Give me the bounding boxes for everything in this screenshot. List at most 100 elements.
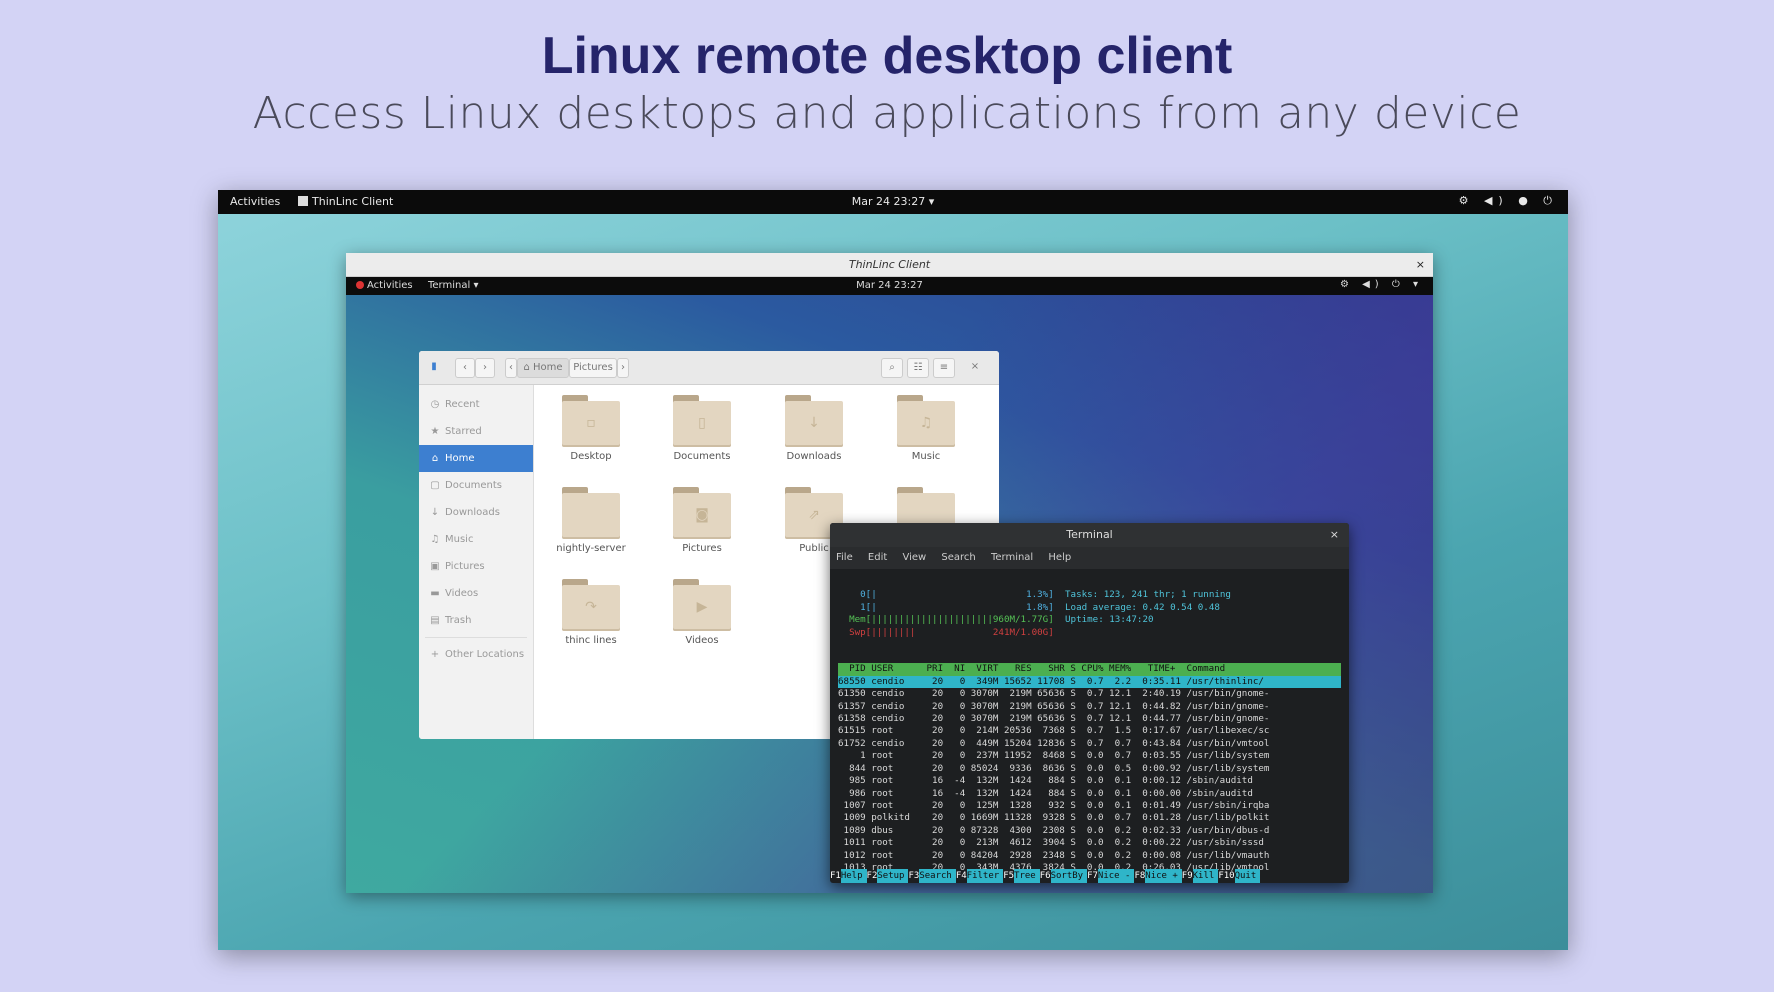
- table-row[interactable]: 61752 cendio 20 0 449M 15204 12836 S 0.7…: [838, 738, 1341, 750]
- menu-file[interactable]: File: [836, 552, 853, 563]
- fkey[interactable]: F8: [1134, 871, 1145, 881]
- folder-label: Music: [911, 451, 941, 462]
- sidebar-item-documents[interactable]: ▢ Documents: [419, 472, 533, 499]
- folder-icon: ◙: [673, 487, 731, 539]
- fkey-label[interactable]: Setup: [877, 869, 909, 883]
- table-row[interactable]: 1009 polkitd 20 0 1669M 11328 9328 S 0.0…: [838, 812, 1341, 824]
- folder-videos[interactable]: ▶ Videos: [652, 569, 752, 661]
- folder-music[interactable]: ♫ Music: [876, 385, 976, 477]
- table-row[interactable]: 986 root 16 -4 132M 1424 884 S 0.0 0.1 0…: [838, 788, 1341, 800]
- close-icon[interactable]: ×: [1330, 523, 1339, 547]
- folder-label: Pictures: [682, 543, 722, 554]
- fkey[interactable]: F9: [1182, 871, 1193, 881]
- folder-pictures[interactable]: ◙ Pictures: [652, 477, 752, 569]
- folder-icon: ▯: [673, 395, 731, 447]
- folder-label: Desktop: [570, 451, 612, 462]
- breadcrumb-pictures[interactable]: Pictures: [569, 358, 617, 378]
- table-row[interactable]: 1012 root 20 0 84204 2928 2348 S 0.0 0.2…: [838, 850, 1341, 862]
- menu-edit[interactable]: Edit: [868, 552, 887, 563]
- fkey[interactable]: F6: [1040, 871, 1051, 881]
- table-row[interactable]: 1089 dbus 20 0 87328 4300 2308 S 0.0 0.2…: [838, 825, 1341, 837]
- folder-documents[interactable]: ▯ Documents: [652, 385, 752, 477]
- sidebar-item-pictures[interactable]: ▣ Pictures: [419, 553, 533, 580]
- menu-search[interactable]: Search: [941, 552, 975, 563]
- sidebar-item-starred[interactable]: ★ Starred: [419, 418, 533, 445]
- sidebar-toggle-icon[interactable]: ▮: [425, 358, 443, 378]
- swap-meter: Swp[|||||||| 241M/1.00G]: [838, 626, 1054, 638]
- sidebar-item-downloads[interactable]: ↓ Downloads: [419, 499, 533, 526]
- table-row[interactable]: 1 root 20 0 237M 11952 8468 S 0.0 0.7 0:…: [838, 750, 1341, 762]
- fkey[interactable]: F1: [830, 871, 841, 881]
- folder-label: Documents: [673, 451, 731, 462]
- fkey-label[interactable]: SortBy: [1050, 869, 1088, 883]
- fkey[interactable]: F10: [1218, 871, 1234, 881]
- path-left-button[interactable]: ‹: [505, 358, 517, 378]
- sidebar-item-other-locations[interactable]: + Other Locations: [419, 641, 533, 668]
- folder-label: Videos: [685, 635, 719, 646]
- sidebar-item-videos[interactable]: ▬ Videos: [419, 580, 533, 607]
- fkey-label[interactable]: Filter: [966, 869, 1004, 883]
- table-row[interactable]: 1007 root 20 0 125M 1328 932 S 0.0 0.1 0…: [838, 800, 1341, 812]
- remote-clock[interactable]: Mar 24 23:27: [346, 280, 1433, 291]
- table-row[interactable]: 61357 cendio 20 0 3070M 219M 65636 S 0.7…: [838, 701, 1341, 713]
- process-table-header: PID USER PRI NI VIRT RES SHR S CPU% MEM%…: [838, 663, 1341, 676]
- fkey-label[interactable]: Search: [919, 869, 956, 883]
- sidebar-item-trash[interactable]: ▤ Trash: [419, 607, 533, 634]
- fkey-label[interactable]: Nice -: [1097, 869, 1135, 883]
- table-row[interactable]: 61358 cendio 20 0 3070M 219M 65636 S 0.7…: [838, 713, 1341, 725]
- download-icon: ↓: [430, 507, 440, 518]
- system-tray-icons[interactable]: ⚙ ◀) ● ⏻: [1459, 194, 1558, 208]
- breadcrumb-home[interactable]: ⌂ Home: [517, 358, 569, 378]
- fkey-label[interactable]: Tree: [1014, 869, 1040, 883]
- folder-icon: ♫: [897, 395, 955, 447]
- sidebar-item-music[interactable]: ♫ Music: [419, 526, 533, 553]
- terminal-output[interactable]: 0[| 1.3%] 1[| 1.8%] Mem[||||||||||||||||…: [830, 569, 1349, 874]
- close-icon[interactable]: ×: [1416, 253, 1425, 277]
- clock-icon: ◷: [430, 399, 440, 410]
- fkey[interactable]: F7: [1087, 871, 1098, 881]
- uptime: Uptime: 13:47:20: [1065, 614, 1154, 626]
- htop-summary: Tasks: 123, 241 thr; 1 running Load avera…: [1053, 589, 1231, 639]
- view-options-icon[interactable]: ☷: [907, 358, 929, 378]
- search-icon[interactable]: ⌕: [881, 358, 903, 378]
- menu-help[interactable]: Help: [1048, 552, 1071, 563]
- folder-label: Downloads: [786, 451, 842, 462]
- folder-icon: [562, 487, 620, 539]
- sidebar-item-label: Other Locations: [445, 649, 525, 660]
- hero-title: Linux remote desktop client: [541, 27, 1233, 85]
- remote-system-tray-icons[interactable]: ⚙ ◀) ⏻ ▾: [1340, 279, 1423, 290]
- back-button[interactable]: ‹: [455, 358, 475, 378]
- fkey[interactable]: F2: [867, 871, 878, 881]
- cpu1-meter: 1[| 1.8%]: [838, 601, 1054, 613]
- menu-terminal[interactable]: Terminal: [991, 552, 1033, 563]
- table-row[interactable]: 61350 cendio 20 0 3070M 219M 65636 S 0.7…: [838, 688, 1341, 700]
- path-right-button[interactable]: ›: [617, 358, 629, 378]
- fkey[interactable]: F4: [956, 871, 967, 881]
- fkey-label[interactable]: Help: [840, 869, 867, 883]
- sidebar-item-recent[interactable]: ◷ Recent: [419, 391, 533, 418]
- folder-nightly-server[interactable]: nightly-server: [541, 477, 641, 569]
- table-row[interactable]: 1011 root 20 0 213M 4612 3904 S 0.0 0.2 …: [838, 837, 1341, 849]
- sidebar-item-label: Downloads: [445, 507, 500, 518]
- table-row[interactable]: 985 root 16 -4 132M 1424 884 S 0.0 0.1 0…: [838, 775, 1341, 787]
- table-row-selected[interactable]: 68550 cendio 20 0 349M 15652 11708 S 0.7…: [838, 675, 1341, 689]
- fkey[interactable]: F5: [1003, 871, 1014, 881]
- sidebar-item-home[interactable]: ⌂ Home: [419, 445, 533, 472]
- folder-thinc-lines[interactable]: ↷ thinc lines: [541, 569, 641, 661]
- forward-button[interactable]: ›: [475, 358, 495, 378]
- fkey-label[interactable]: Nice +: [1145, 869, 1182, 883]
- folder-downloads[interactable]: ↓ Downloads: [764, 385, 864, 477]
- fkey[interactable]: F3: [908, 871, 919, 881]
- table-row[interactable]: 844 root 20 0 85024 9336 8636 S 0.0 0.5 …: [838, 763, 1341, 775]
- menu-icon[interactable]: ≡: [933, 358, 955, 378]
- sidebar-item-label: Trash: [445, 615, 472, 626]
- cpu0-meter: 0[| 1.3%]: [838, 589, 1054, 601]
- fkey-label[interactable]: Kill: [1192, 869, 1219, 883]
- menu-view[interactable]: View: [902, 552, 926, 563]
- clock[interactable]: Mar 24 23:27 ▾: [218, 195, 1568, 208]
- fkey-label[interactable]: Quit: [1234, 869, 1261, 883]
- folder-desktop[interactable]: ▫ Desktop: [541, 385, 641, 477]
- table-row[interactable]: 61515 root 20 0 214M 20536 7368 S 0.7 1.…: [838, 725, 1341, 737]
- sidebar-item-label: Recent: [445, 399, 480, 410]
- close-icon[interactable]: ×: [965, 358, 985, 378]
